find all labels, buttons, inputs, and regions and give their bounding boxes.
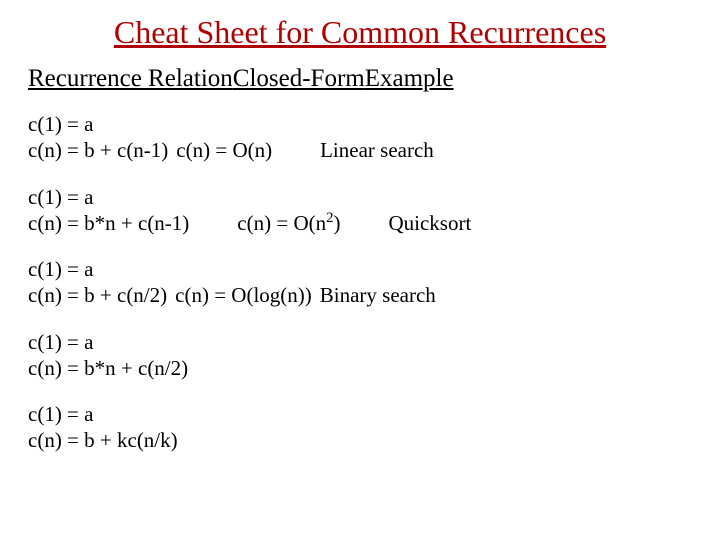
- recurrence: c(n) = b + kc(n/k): [28, 427, 692, 453]
- entry-row: c(1) = a c(n) = b + kc(n/k): [28, 401, 692, 454]
- entry-row: c(1) = a c(n) = b + c(n-1) c(n) = O(n) Lin…: [28, 111, 692, 164]
- recurrence: c(n) = b + c(n-1): [28, 138, 168, 162]
- column-headers: Recurrence RelationClosed-FormExample: [28, 65, 692, 93]
- header-recurrence: Recurrence Relation: [28, 65, 233, 92]
- entry-row: c(1) = a c(n) = b + c(n/2) c(n) = O(log(n…: [28, 256, 692, 309]
- base-case: c(1) = a: [28, 256, 692, 282]
- base-case: c(1) = a: [28, 401, 692, 427]
- example: Linear search: [320, 138, 434, 162]
- recurrence: c(n) = b*n + c(n/2): [28, 355, 692, 381]
- example: Binary search: [320, 283, 436, 307]
- header-example: Example: [365, 65, 454, 92]
- closed-form: c(n) = O(n2): [237, 211, 340, 235]
- recurrence: c(n) = b + c(n/2): [28, 283, 167, 307]
- base-case: c(1) = a: [28, 184, 692, 210]
- base-case: c(1) = a: [28, 329, 692, 355]
- recurrence: c(n) = b*n + c(n-1): [28, 211, 189, 235]
- closed-form: c(n) = O(n): [176, 138, 272, 162]
- closed-form: c(n) = O(log(n)): [175, 283, 312, 307]
- entry-row: c(1) = a c(n) = b*n + c(n-1) c(n) = O(n2)…: [28, 184, 692, 237]
- base-case: c(1) = a: [28, 111, 692, 137]
- header-closed-form: Closed-Form: [233, 65, 365, 92]
- slide: Cheat Sheet for Common Recurrences Recur…: [0, 0, 720, 540]
- slide-title: Cheat Sheet for Common Recurrences: [28, 14, 692, 51]
- entry-row: c(1) = a c(n) = b*n + c(n/2): [28, 329, 692, 382]
- example: Quicksort: [388, 211, 471, 235]
